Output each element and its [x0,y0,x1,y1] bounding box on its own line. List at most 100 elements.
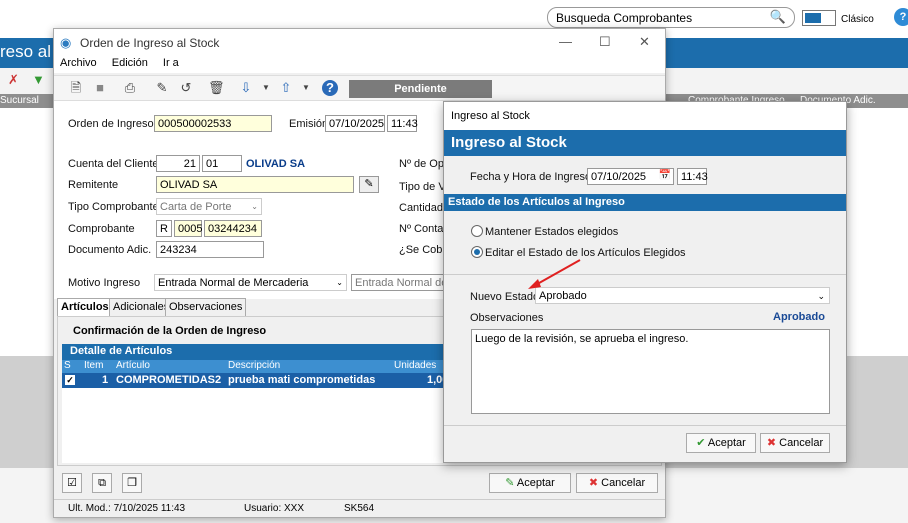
radio-mantener[interactable] [471,225,483,237]
menu-archivo[interactable]: Archivo [60,57,97,69]
tab-observaciones[interactable]: Observaciones [165,298,247,316]
radio-editar-label[interactable]: Editar el Estado de los Artículos Elegid… [485,247,686,259]
col-s[interactable]: S [64,360,71,371]
chevron-down-icon: ⌄ [251,202,258,211]
up-arrow-icon[interactable]: ⇧ [278,80,294,96]
grid-header: S Item Artículo Descripción Unidades [62,360,482,373]
help-icon[interactable]: ? [894,8,908,26]
comp-num-field[interactable]: 03244234 [204,220,262,237]
cuenta-a-field[interactable]: 21 [156,155,200,172]
detalle-header: Detalle de Artículos En [62,344,482,360]
close-icon[interactable]: ✕ [639,34,650,50]
edit-icon[interactable]: ✎ [154,80,170,96]
remitente-field[interactable]: OLIVAD SA [156,176,354,193]
aceptar-label: Aceptar [516,477,555,489]
filter-icon[interactable]: ▼ [32,72,45,87]
fecha-label: Fecha y Hora de Ingreso [470,171,592,183]
window-titlebar: ◉ Orden de Ingreso al Stock — ☐ ✕ [54,29,665,57]
col-articulo[interactable]: Artículo [116,360,150,371]
docadic-field[interactable]: 243234 [156,241,264,258]
comp-letter-field[interactable]: R [156,220,172,237]
col-sucursal[interactable]: Sucursal [0,95,39,106]
pages-icon[interactable]: ❐ [122,473,142,493]
tipocomp-value: Carta de Porte [160,201,232,213]
fecha-time-field[interactable]: 11:43 [677,168,708,185]
radio-mantener-label[interactable]: Mantener Estados elegidos [485,226,618,238]
search-input[interactable]: Busqueda Comprobantes 🔍 [547,7,795,28]
table-row[interactable]: ✓ 1 COMPROMETIDAS2 prueba mati compromet… [62,373,482,388]
banner-title: reso al [0,42,52,61]
status-badge: Pendiente [349,80,492,98]
help-icon[interactable]: ? [322,80,338,96]
menu-bar: Archivo Edición Ir a [54,57,665,73]
clasico-toggle[interactable] [802,10,836,26]
confirm-title: Confirmación de la Orden de Ingreso [73,325,267,337]
row-checkbox[interactable]: ✓ [65,375,75,385]
window-toolbar: 🗎 ■ ⎙ ✎ ↺ 🗑 ⇩ ▼ ⇧ ▼ ? Pendiente [54,75,665,101]
status-user: Usuario: XXX [244,503,305,514]
cancel-icon: ✖ [588,477,599,489]
motivo-value: Entrada Normal de Mercaderia [158,277,309,289]
chevron-down-icon[interactable]: ▼ [258,80,274,96]
accept-icon: ✎ [505,477,515,489]
observaciones-textarea[interactable]: Luego de la revisión, se aprueba el ingr… [471,329,830,414]
search-icon[interactable]: 🔍 [770,9,786,25]
dlg-cancelar-button[interactable]: ✖ Cancelar [760,433,830,453]
edit-icon[interactable]: ✎ [359,176,379,193]
minimize-icon[interactable]: — [559,34,572,49]
docadic-label: Documento Adic. [68,244,152,256]
maximize-icon[interactable]: ☐ [599,34,611,50]
col-descripcion[interactable]: Descripción [228,360,280,371]
trash-icon[interactable]: 🗑 [208,80,225,96]
orden-label: Orden de Ingreso [68,118,154,130]
undo-icon[interactable]: ↺ [178,80,194,96]
save-icon[interactable]: ■ [92,80,108,96]
aceptar-button[interactable]: ✎ Aceptar [489,473,571,493]
chevron-down-icon[interactable]: ▼ [298,80,314,96]
row-item: 1 [102,374,109,386]
cancelar-button[interactable]: ✖ Cancelar [576,473,658,493]
copy-icon[interactable]: ⧉ [92,473,112,493]
remitente-label: Remitente [68,179,119,191]
divider [444,425,846,426]
delete-icon[interactable]: ✗ [8,72,19,88]
dialog-titlebar: Ingreso al Stock [444,102,846,130]
tab-adicionales[interactable]: Adicionales [109,298,174,316]
comp-pv-field[interactable]: 0005 [174,220,202,237]
fecha-date-field[interactable]: 07/10/2025 📅 [587,168,674,185]
dialog-header: Ingreso al Stock [444,130,846,156]
status-code: SK564 [344,503,375,514]
col-unidades[interactable]: Unidades [394,360,436,371]
comp-label: Comprobante [68,223,135,235]
row-descripcion: prueba mati comprometidas [228,374,376,386]
down-arrow-icon[interactable]: ⇩ [238,80,254,96]
col-item[interactable]: Item [84,360,103,371]
menu-edicion[interactable]: Edición [112,57,148,69]
close-icon: ✖ [766,437,777,449]
emision-date-field[interactable]: 07/10/2025 [325,115,385,132]
search-text: Busqueda Comprobantes [556,11,693,25]
tab-articulos[interactable]: Artículos [57,298,113,316]
emision-time-field[interactable]: 11:43 [387,115,418,132]
check-icon[interactable]: ☑ [62,473,82,493]
motivo-label: Motivo Ingreso [68,277,141,289]
new-icon[interactable]: 🗎 [68,80,84,96]
cuenta-label: Cuenta del Cliente [68,158,159,170]
nuevo-estado-label: Nuevo Estado [470,291,540,303]
cancelar-label: Cancelar [601,477,646,489]
dlg-aceptar-button[interactable]: ✔ Aceptar [686,433,756,453]
detalle-title: Detalle de Artículos [70,345,173,357]
motivo-field-2[interactable]: Entrada Normal de M [351,274,447,291]
chevron-down-icon: ⌄ [817,291,825,301]
fecha-date-value: 07/10/2025 [591,171,647,183]
tipocomp-select[interactable]: Carta de Porte ⌄ [156,198,262,215]
cuenta-b-field[interactable]: 01 [202,155,242,172]
cantidad-label: Cantidad I [399,202,450,214]
motivo-select[interactable]: Entrada Normal de Mercaderia ⌄ [154,274,347,291]
print-icon[interactable]: ⎙ [122,80,138,96]
menu-ira[interactable]: Ir a [163,57,179,69]
radio-editar[interactable] [471,246,483,258]
calendar-icon[interactable]: 📅 [659,169,671,183]
window-title: Orden de Ingreso al Stock [80,36,220,50]
orden-field[interactable]: 000500002533 [154,115,272,132]
